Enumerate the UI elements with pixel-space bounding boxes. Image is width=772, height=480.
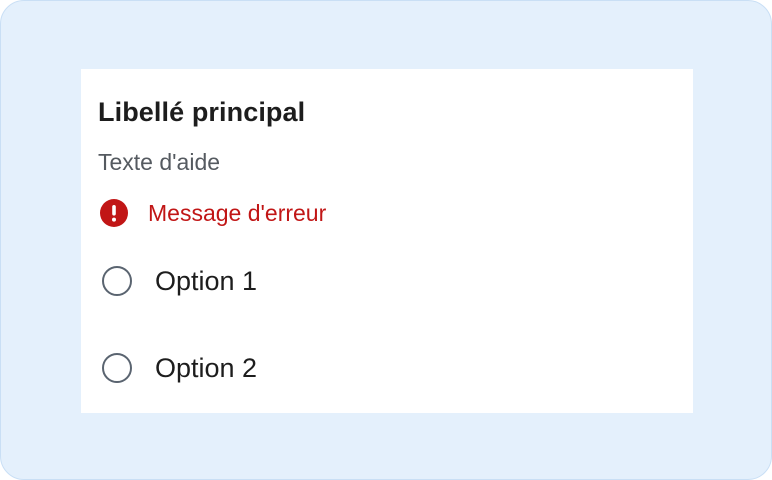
- option-label: Option 2: [155, 352, 258, 383]
- radio-group-panel: Libellé principal Texte d'aide Message d…: [81, 69, 693, 413]
- option-label: Option 1: [155, 265, 258, 296]
- page-background: Libellé principal Texte d'aide Message d…: [0, 0, 772, 480]
- error-message-row: Message d'erreur: [100, 199, 326, 227]
- radio-option-2[interactable]: Option 2: [102, 351, 257, 385]
- error-message: Message d'erreur: [148, 199, 327, 226]
- main-label: Libellé principal: [98, 97, 306, 127]
- radio-option-1[interactable]: Option 1: [102, 264, 257, 298]
- help-text: Texte d'aide: [98, 149, 221, 175]
- radio-button[interactable]: [102, 266, 132, 296]
- radio-button[interactable]: [102, 353, 132, 383]
- exclamation-circle-icon: [100, 199, 128, 227]
